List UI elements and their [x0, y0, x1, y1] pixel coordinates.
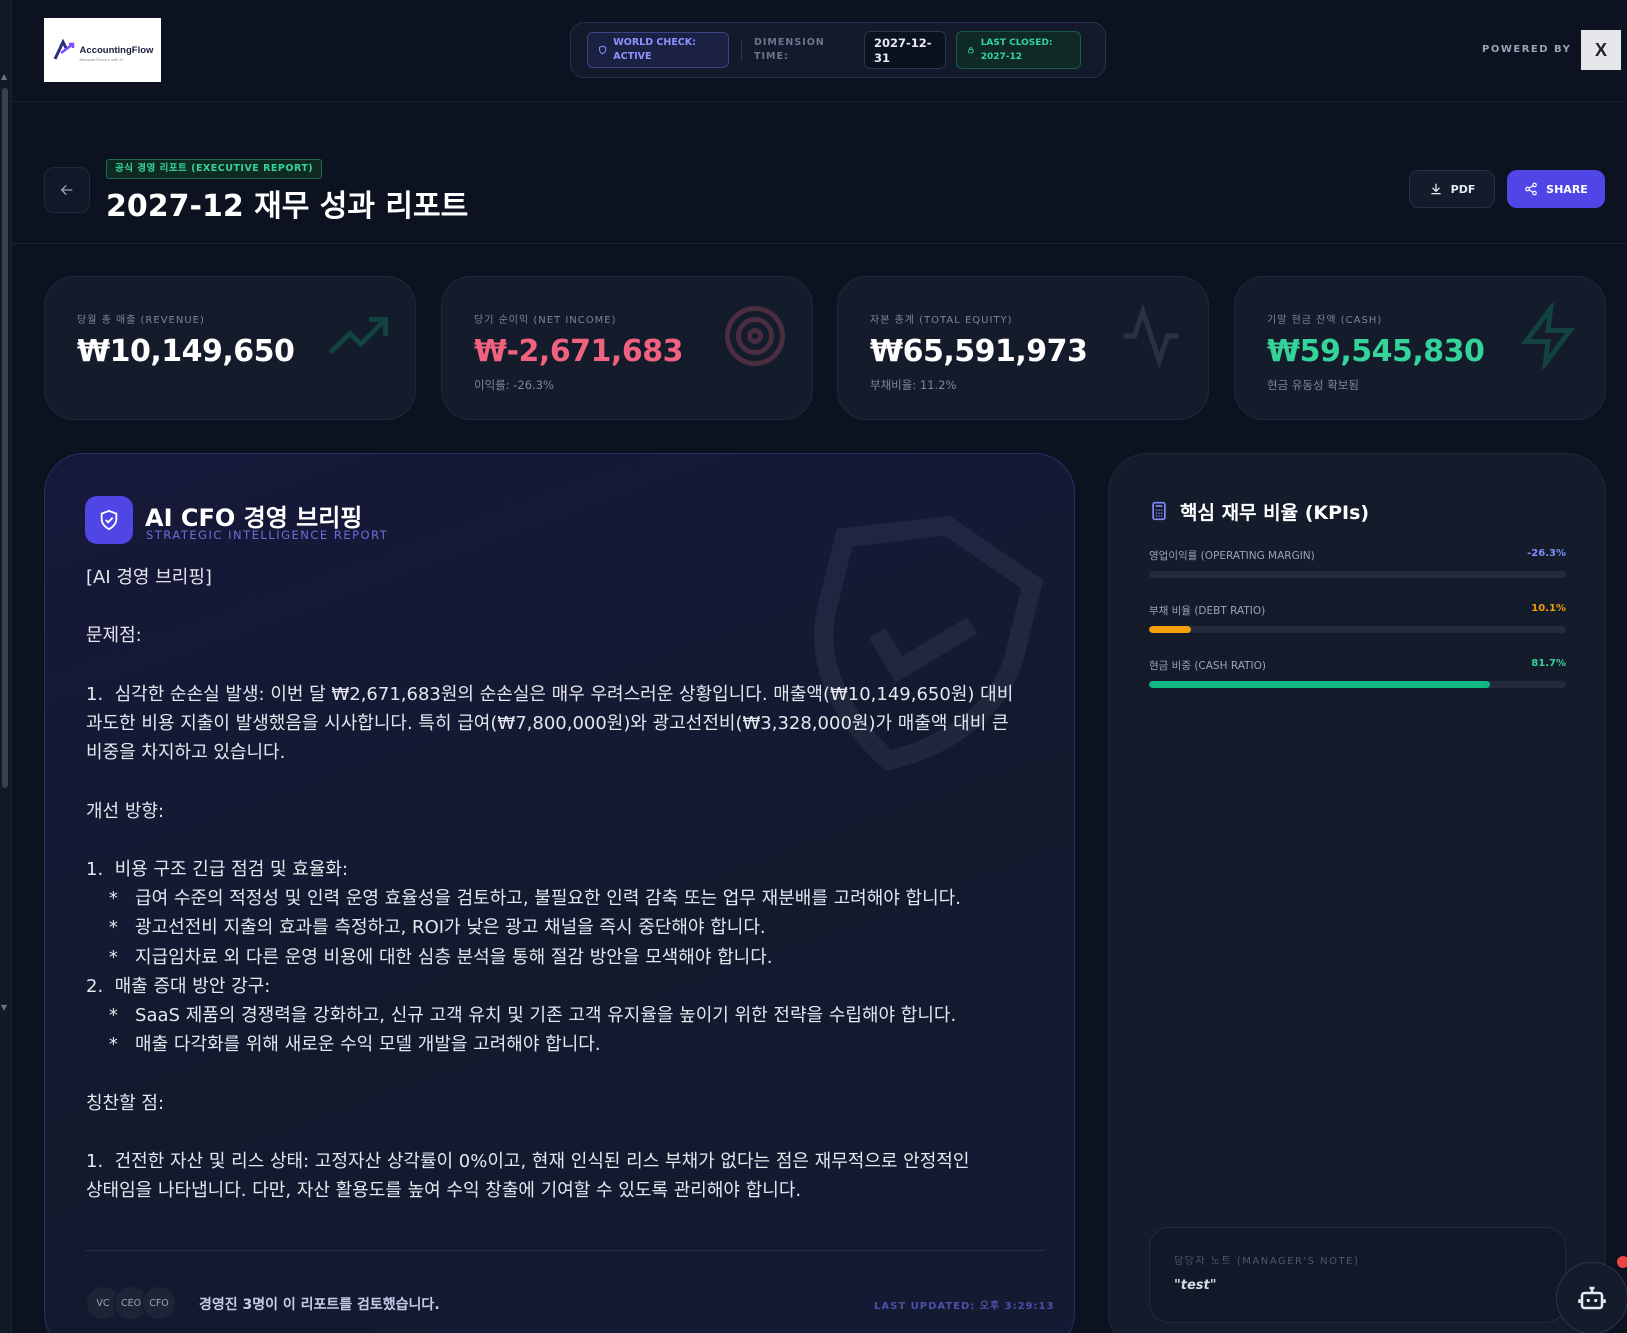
ratio-track [1149, 626, 1566, 633]
world-check-label: WORLD CHECK: ACTIVE [613, 37, 696, 62]
manager-note-label: 담당자 노트 (MANAGER'S NOTE) [1174, 1256, 1360, 1267]
kpis-title: 핵심 재무 비율 (KPIs) [1180, 502, 1370, 524]
kpi-card-cash: 기말 현금 잔액 (CASH) ₩59,545,830 현금 유동성 확보됨 [1234, 276, 1606, 420]
kpi-subtext: 부채비율: 11.2% [870, 378, 957, 392]
share-button[interactable]: SHARE [1507, 170, 1605, 208]
page-title: 2027-12 재무 성과 리포트 [106, 189, 469, 224]
notification-dot [1617, 1256, 1627, 1268]
ai-cfo-briefing-card: AI CFO 경영 브리핑 STRATEGIC INTELLIGENCE REP… [44, 453, 1075, 1333]
shield-check-icon [85, 496, 133, 544]
back-button[interactable] [44, 167, 90, 213]
ratio-cash: 현금 비중 (CASH RATIO) 81.7% [1149, 658, 1566, 688]
target-icon [725, 306, 785, 366]
lock-icon [968, 47, 974, 54]
ratio-value: 81.7% [1531, 658, 1566, 669]
bot-icon [1578, 1286, 1606, 1310]
pdf-button[interactable]: PDF [1409, 170, 1495, 208]
world-check-badge: WORLD CHECK: ACTIVE [587, 32, 729, 68]
trending-up-icon [328, 317, 388, 355]
ratio-track [1149, 681, 1566, 688]
activity-icon [1123, 303, 1179, 369]
kpi-subtext: 이익률: -26.3% [474, 378, 554, 392]
scroll-thumb[interactable] [2, 88, 8, 788]
logo-tagline: Navigate Finance with AI [79, 58, 123, 62]
briefing-subtitle: STRATEGIC INTELLIGENCE REPORT [146, 528, 389, 542]
divider [741, 39, 742, 61]
kpi-card-equity: 자본 총계 (TOTAL EQUITY) ₩65,591,973 부채비율: 1… [837, 276, 1209, 420]
kpi-card-net-income: 당기 순이익 (NET INCOME) ₩-2,671,683 이익률: -26… [441, 276, 813, 420]
status-pill: WORLD CHECK: ACTIVE DIMENSION TIME: 2027… [570, 22, 1106, 78]
dimension-time-label: DIMENSION TIME: [754, 37, 825, 62]
scroll-up-icon[interactable]: ▲ [1, 72, 7, 81]
executive-report-badge: 공식 경영 리포트 (EXECUTIVE REPORT) [106, 159, 323, 179]
kpi-ratios-panel: 핵심 재무 비율 (KPIs) 영업이익률 (OPERATING MARGIN)… [1108, 453, 1606, 1333]
zap-icon [1521, 303, 1575, 369]
ratio-debt: 부채 비율 (DEBT RATIO) 10.1% [1149, 603, 1566, 633]
manager-note[interactable]: 담당자 노트 (MANAGER'S NOTE) "test" [1149, 1227, 1566, 1323]
calculator-icon [1152, 501, 1166, 521]
ratio-value: 10.1% [1531, 603, 1566, 614]
briefing-body: [AI 경영 브리핑] 문제점: 1. 심각한 순손실 발생: 이번 달 ₩2,… [86, 567, 1014, 1202]
last-closed-badge: LAST CLOSED: 2027-12 [956, 31, 1081, 69]
last-updated: LAST UPDATED: 오후 3:29:13 [874, 1301, 1055, 1312]
ratio-fill [1149, 681, 1490, 688]
ai-assistant-button[interactable] [1556, 1262, 1627, 1333]
kpi-subtext: 현금 유동성 확보됨 [1267, 378, 1359, 392]
left-scrollbar[interactable]: ▲ ▼ [0, 0, 12, 1333]
kpi-card-revenue: 당월 총 매출 (REVENUE) ₩10,149,650 [44, 276, 416, 420]
logo-text: AccountingFlow [79, 45, 154, 56]
ratio-fill [1149, 626, 1192, 633]
scroll-down-icon[interactable]: ▼ [1, 1003, 7, 1012]
manager-note-value: "test" [1174, 1278, 1217, 1293]
partner-logo[interactable]: X [1581, 30, 1621, 70]
powered-by-label: POWERED BY [1482, 44, 1572, 55]
header-divider [12, 243, 1627, 244]
download-icon [1430, 183, 1441, 195]
briefing-divider [85, 1250, 1045, 1251]
shield-icon [599, 45, 607, 55]
ratio-label: 부채 비율 (DEBT RATIO) [1149, 605, 1266, 617]
app-logo[interactable]: AccountingFlow Navigate Finance with AI [44, 18, 161, 82]
share-icon [1525, 182, 1538, 196]
dimension-time-input[interactable]: 2027-12-31 [864, 31, 946, 69]
reviewer-avatars: VC CEO CFO [85, 1285, 185, 1321]
ratio-value: -26.3% [1527, 548, 1566, 559]
avatar: CFO [141, 1285, 177, 1321]
logo-mark-icon [53, 38, 74, 60]
last-closed-label: LAST CLOSED: 2027-12 [980, 38, 1053, 62]
ratio-operating-margin: 영업이익률 (OPERATING MARGIN) -26.3% [1149, 548, 1566, 578]
pdf-label: PDF [1450, 182, 1476, 196]
ratio-label: 현금 비중 (CASH RATIO) [1149, 660, 1266, 672]
ratio-label: 영업이익률 (OPERATING MARGIN) [1149, 550, 1315, 562]
reviewed-text: 경영진 3명이 이 리포트를 검토했습니다. [199, 1297, 440, 1313]
top-bar: AccountingFlow Navigate Finance with AI … [12, 0, 1627, 102]
share-label: SHARE [1546, 182, 1588, 196]
ratio-track [1149, 571, 1566, 578]
arrow-left-icon [60, 184, 73, 196]
